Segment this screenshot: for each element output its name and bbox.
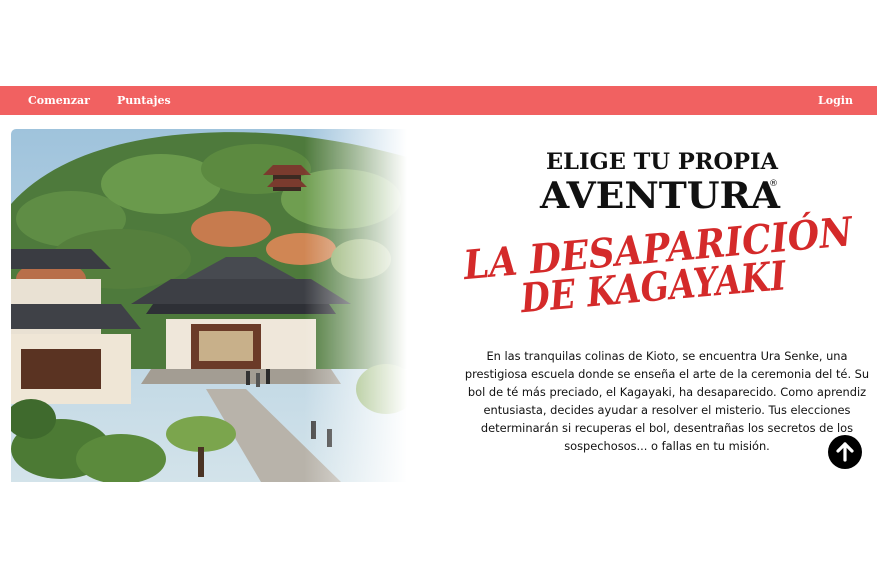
nav-link-comenzar[interactable]: Comenzar — [28, 86, 90, 115]
story-intro-text: En las tranquilas colinas de Kioto, se e… — [464, 349, 870, 453]
nav-link-puntajes[interactable]: Puntajes — [117, 86, 171, 115]
arrow-up-icon — [836, 442, 854, 462]
scroll-to-top-button[interactable] — [828, 435, 862, 469]
logo-line-aventura: AVENTURA — [539, 175, 781, 217]
top-navbar: Comenzar Puntajes Login — [0, 86, 877, 115]
kyoto-temple-hero-image — [11, 129, 407, 482]
nav-link-login[interactable]: Login — [818, 86, 853, 115]
game-title-logo: ELIGE TU PROPIA AVENTURA ® LA DESAPARICI… — [450, 144, 870, 322]
page: Comenzar Puntajes Login ELIGE TU PROPIA … — [0, 0, 877, 568]
registered-mark: ® — [769, 179, 778, 189]
logo-line-elige: ELIGE TU PROPIA — [546, 149, 779, 175]
